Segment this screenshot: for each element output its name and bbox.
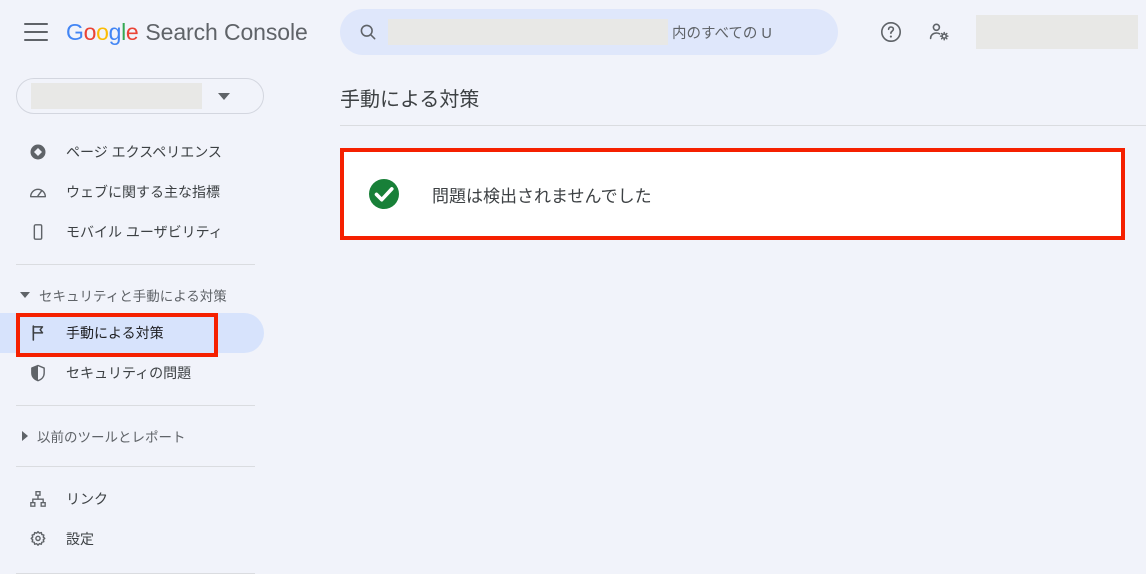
page-title: 手動による対策 xyxy=(340,89,480,111)
search-placeholder-text: 内のすべての U xyxy=(672,25,772,42)
search-input-redacted-value[interactable] xyxy=(388,19,668,45)
sidebar-group-label: 以前のツールとレポート xyxy=(37,430,186,445)
property-selector-redacted-value xyxy=(31,83,202,109)
links-hierarchy-icon xyxy=(28,489,48,509)
top-app-bar: Google Search Console 内のすべての U xyxy=(0,0,1146,64)
sidebar-divider-3 xyxy=(16,466,255,467)
status-card: 問題は検出されませんでした xyxy=(340,148,1125,240)
sidebar-divider-1 xyxy=(16,264,255,265)
chevron-down-icon xyxy=(218,92,230,100)
search-console-app: Google Search Console 内のすべての U ページ エクスペリ… xyxy=(0,0,1146,574)
sidebar-item-label: モバイル ユーザビリティ xyxy=(66,224,223,240)
flag-icon xyxy=(28,323,48,343)
sidebar-item-security-issues[interactable]: セキュリティの問題 xyxy=(0,353,264,393)
account-settings-glyph xyxy=(929,23,949,41)
shield-icon xyxy=(28,363,48,383)
status-message: 問題は検出されませんでした xyxy=(432,186,652,206)
gear-icon xyxy=(28,529,48,549)
sidebar-item-label: 設定 xyxy=(66,531,94,547)
sidebar-navigation: ページ エクスペリエンス ウェブに関する主な指標 モバイル ユーザビリティ セキ… xyxy=(0,64,271,574)
avatar-redacted[interactable] xyxy=(976,15,1138,49)
sidebar-divider-2 xyxy=(16,405,255,406)
sidebar-item-mobile-usability[interactable]: モバイル ユーザビリティ xyxy=(0,212,264,252)
primary-nav-list: ページ エクスペリエンス ウェブに関する主な指標 モバイル ユーザビリティ セキ… xyxy=(0,132,271,574)
search-bar[interactable]: 内のすべての U xyxy=(340,9,838,55)
sidebar-group-label: セキュリティと手動による対策 xyxy=(39,289,227,304)
help-circle-glyph xyxy=(881,22,901,42)
green-check-circle-icon xyxy=(369,179,399,209)
sidebar-item-links[interactable]: リンク xyxy=(0,479,264,519)
sidebar-item-label: セキュリティの問題 xyxy=(66,365,192,381)
sidebar-item-label: ウェブに関する主な指標 xyxy=(66,184,220,200)
sidebar-item-label: リンク xyxy=(66,491,108,507)
sidebar-group-security[interactable]: セキュリティと手動による対策 xyxy=(0,277,271,313)
brand-logo[interactable]: Google Search Console xyxy=(66,19,308,46)
sidebar-group-legacy-tools[interactable]: 以前のツールとレポート xyxy=(0,418,271,454)
property-selector[interactable] xyxy=(16,78,264,114)
main-content: 手動による対策 問題は検出されませんでした xyxy=(271,64,1146,563)
sidebar-item-label: 手動による対策 xyxy=(66,325,164,341)
sidebar-item-core-web-vitals[interactable]: ウェブに関する主な指標 xyxy=(0,172,264,212)
caret-down-icon xyxy=(20,292,30,298)
logo-letter-g1: G xyxy=(66,18,84,45)
account-settings-icon[interactable] xyxy=(923,16,955,48)
sidebar-item-settings[interactable]: 設定 xyxy=(0,519,264,559)
google-logo: Google xyxy=(66,18,139,46)
logo-letter-o1: o xyxy=(83,18,97,45)
title-divider xyxy=(340,125,1146,126)
sidebar-item-manual-actions[interactable]: 手動による対策 xyxy=(0,313,264,353)
search-icon xyxy=(360,24,376,40)
hamburger-menu-icon[interactable] xyxy=(24,23,48,41)
page-experience-icon xyxy=(28,142,48,162)
logo-letter-e: e xyxy=(125,18,139,45)
mobile-phone-icon xyxy=(28,222,48,242)
top-bar-actions xyxy=(875,16,955,48)
help-circle-icon[interactable] xyxy=(875,16,907,48)
product-name: Search Console xyxy=(145,18,308,45)
sidebar-item-page-experience[interactable]: ページ エクスペリエンス xyxy=(0,132,264,172)
caret-right-icon xyxy=(22,431,28,441)
core-web-vitals-gauge-icon xyxy=(28,182,48,202)
logo-letter-g2: g xyxy=(108,18,122,45)
logo-letter-o2: o xyxy=(96,18,109,45)
sidebar-item-label: ページ エクスペリエンス xyxy=(66,144,222,160)
